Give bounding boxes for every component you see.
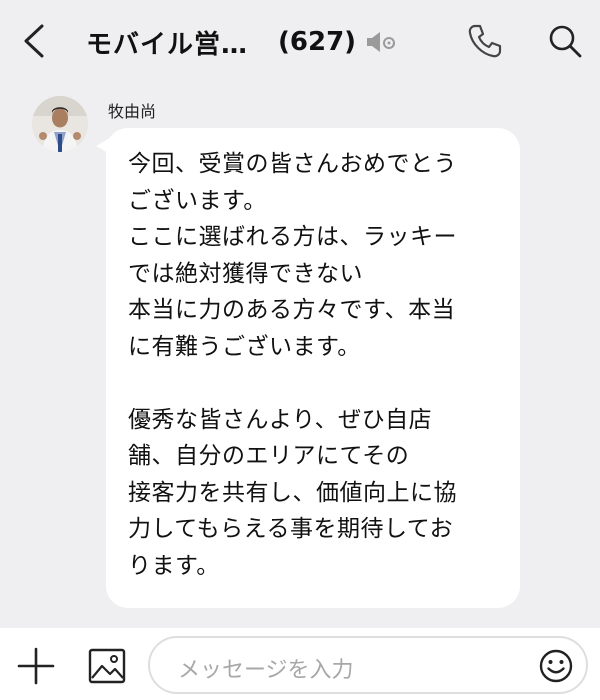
message-line: 舗、自分のエリアにてその	[128, 443, 410, 469]
message-line: ここに選ばれる方は、ラッキー	[128, 224, 457, 250]
emoji-button[interactable]	[538, 648, 574, 684]
message-line: 接客力を共有し、価値向上に協	[128, 479, 457, 506]
image-button[interactable]	[88, 648, 126, 684]
call-button[interactable]	[466, 22, 504, 60]
avatar[interactable]	[32, 96, 88, 152]
chevron-left-icon	[24, 24, 44, 58]
message-composer: メッセージを入力	[0, 628, 600, 700]
add-button[interactable]	[16, 646, 56, 686]
back-button[interactable]	[18, 22, 50, 60]
image-icon	[88, 648, 126, 684]
speaker-muted-icon	[367, 32, 396, 52]
phone-icon	[468, 24, 502, 58]
message-bubble[interactable]: 今回、受賞の皆さんおめでとう ございます。 ここに選ばれる方は、ラッキー では絶…	[106, 128, 520, 608]
message-input-placeholder: メッセージを入力	[178, 658, 354, 683]
message-line: 力してもらえる事を期待してお	[128, 516, 454, 542]
chat-title: モバイル営…	[86, 29, 249, 60]
search-button[interactable]	[546, 22, 584, 60]
message-line: に有難うございます。	[128, 333, 361, 360]
member-count: (627)	[278, 27, 357, 57]
message-line: ございます。	[128, 187, 267, 214]
search-icon	[549, 25, 582, 58]
sender-name: 牧由尚	[108, 102, 157, 121]
avatar-photo	[32, 96, 88, 152]
chat-header: モバイル営… (627)	[0, 0, 600, 84]
smiley-icon	[539, 649, 573, 683]
message-line: 本当に力のある方々です、本当	[128, 297, 456, 323]
message-input[interactable]: メッセージを入力	[148, 636, 588, 694]
message-line: 今回、受賞の皆さんおめでとう	[128, 151, 457, 177]
chat-title-group[interactable]: モバイル営… (627)	[86, 22, 398, 62]
message-line: ります。	[128, 552, 220, 579]
message-line: では絶対獲得できない	[128, 260, 363, 287]
message-line: 優秀な皆さんより、ぜひ自店	[128, 406, 433, 433]
plus-icon	[17, 647, 55, 685]
